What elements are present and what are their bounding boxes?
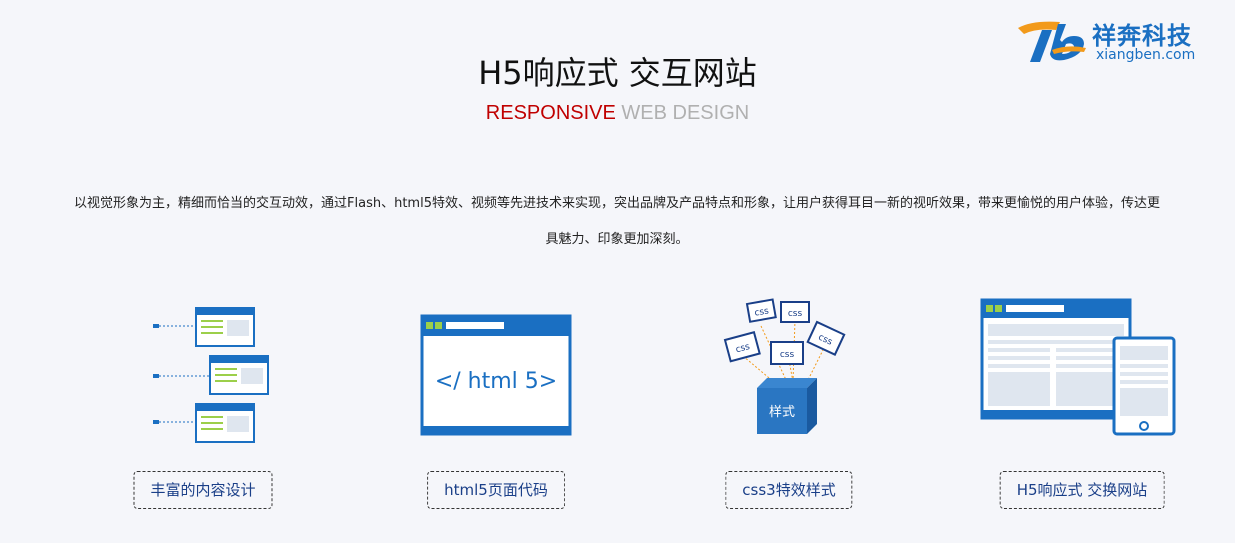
feature-content-design: 丰富的内容设计 — [83, 290, 323, 520]
feature-html5-code: </ html 5> html5页面代码 — [376, 290, 616, 520]
page-title: H5响应式 交互网站 — [478, 54, 757, 92]
page-subtitle: RESPONSIVE WEB DESIGN — [0, 102, 1235, 125]
intro-line-2: 具魅力、印象更加深刻。 — [545, 232, 689, 247]
feature-label[interactable]: css3特效样式 — [725, 471, 853, 509]
brand-name: 祥奔科技 — [1092, 22, 1192, 50]
html5-code-text: </ html 5> — [435, 369, 557, 394]
svg-text:css: css — [788, 309, 803, 319]
intro-paragraph: 以视觉形象为主，精细而恰当的交互动效，通过Flash、html5特效、视频等先进… — [22, 186, 1212, 258]
subtitle-rest: WEB DESIGN — [621, 102, 750, 124]
feature-label[interactable]: html5页面代码 — [427, 471, 565, 509]
feature-css3-effects: css css css css css 样式 css3特效样式 — [669, 290, 909, 520]
feature-label[interactable]: 丰富的内容设计 — [133, 471, 273, 509]
responsive-devices-icon — [980, 298, 1176, 436]
subtitle-highlight: RESPONSIVE — [485, 102, 616, 124]
multi-window-icon — [153, 307, 269, 443]
intro-line-1: 以视觉形象为主，精细而恰当的交互动效，通过Flash、html5特效、视频等先进… — [74, 196, 1160, 211]
css-cube-icon: css css css css css 样式 — [723, 298, 846, 434]
cube-label: 样式 — [769, 405, 795, 420]
feature-responsive-site: H5响应式 交换网站 — [962, 290, 1202, 520]
svg-text:css: css — [780, 350, 795, 360]
css-file-icon: css css css css css — [723, 298, 846, 365]
html5-window-icon: </ html 5> — [420, 314, 572, 436]
feature-label[interactable]: H5响应式 交换网站 — [999, 471, 1165, 509]
